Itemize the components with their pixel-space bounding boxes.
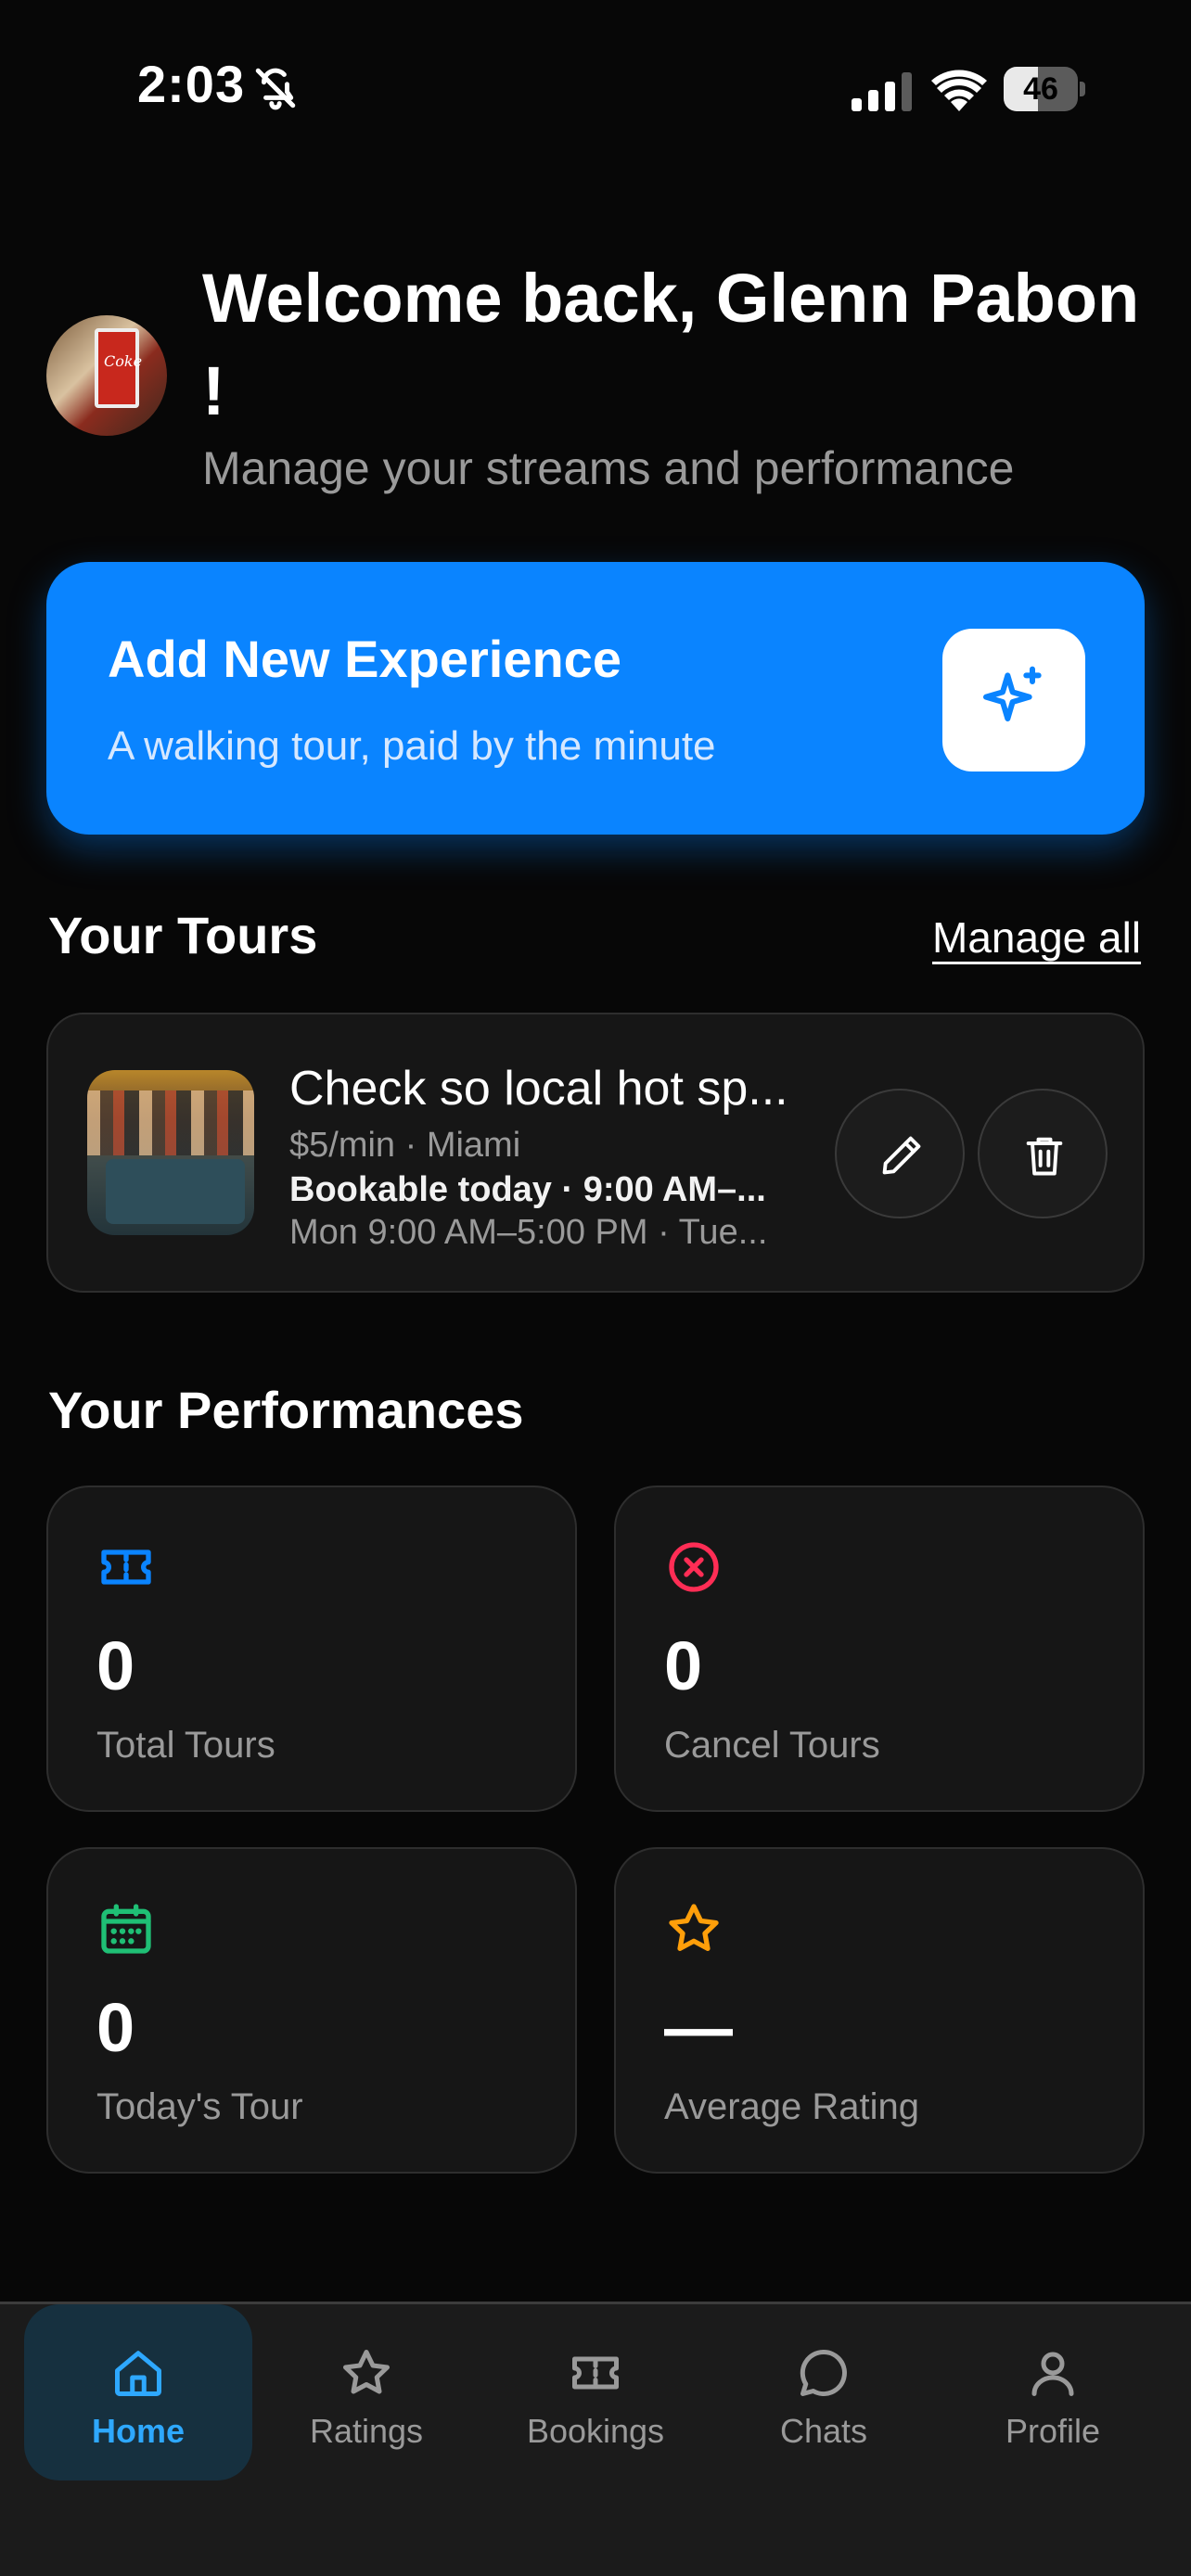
performance-section-title: Your Performances — [48, 1381, 524, 1439]
stat-value: 0 — [96, 1627, 135, 1704]
tours-section-title: Your Tours — [48, 906, 318, 964]
delete-tour-button[interactable] — [978, 1089, 1108, 1218]
status-bar: 2:03 46 — [0, 0, 1191, 176]
stat-label: Cancel Tours — [664, 1725, 880, 1766]
battery-percent: 46 — [1023, 71, 1058, 107]
tour-thumbnail — [87, 1070, 254, 1235]
cta-title: Add New Experience — [108, 630, 621, 688]
tab-home[interactable]: Home — [24, 2304, 252, 2480]
tab-label: Profile — [1005, 2412, 1101, 2450]
stat-cancel-tours: 0 Cancel Tours — [614, 1486, 1145, 1812]
tour-card[interactable]: Check so local hot sp... $5/min · Miami … — [46, 1013, 1145, 1293]
bell-muted-icon — [255, 68, 296, 110]
cancel-circle-icon — [669, 1542, 719, 1592]
tour-price-location: $5/min · Miami — [289, 1126, 521, 1165]
stat-label: Total Tours — [96, 1725, 275, 1766]
bottom-tab-bar: Home Ratings Bookings Chats Profile — [0, 2302, 1191, 2576]
tab-ratings[interactable]: Ratings — [252, 2304, 480, 2480]
wifi-icon — [931, 70, 987, 111]
ticket-icon — [572, 2356, 619, 2390]
stat-value: 0 — [664, 1627, 703, 1704]
battery-indicator: 46 — [1004, 67, 1085, 111]
tab-bookings[interactable]: Bookings — [481, 2304, 710, 2480]
tour-bookable: Bookable today · 9:00 AM–... — [289, 1170, 766, 1209]
pencil-icon — [882, 1136, 921, 1175]
tour-title: Check so local hot sp... — [289, 1062, 788, 1116]
manage-all-link[interactable]: Manage all — [932, 912, 1141, 963]
stat-average-rating: — Average Rating — [614, 1847, 1145, 2174]
tab-label: Ratings — [309, 2412, 424, 2450]
home-icon — [115, 2351, 161, 2396]
star-icon — [669, 1904, 719, 1951]
star-icon — [343, 2350, 390, 2394]
tab-label: Bookings — [526, 2412, 665, 2450]
cta-subtitle: A walking tour, paid by the minute — [108, 723, 716, 769]
stat-label: Today's Tour — [96, 2086, 303, 2127]
stat-value: 0 — [96, 1989, 135, 2066]
person-icon — [1031, 2352, 1074, 2396]
stat-value: — — [664, 1989, 733, 2066]
status-time: 2:03 — [137, 55, 246, 113]
stat-label: Average Rating — [664, 2086, 919, 2127]
tab-label: Chats — [779, 2412, 868, 2450]
welcome-subtitle: Manage your streams and performance — [202, 442, 1015, 494]
tab-label: Home — [91, 2412, 186, 2450]
stat-todays-tour: 0 Today's Tour — [46, 1847, 577, 2174]
edit-tour-button[interactable] — [835, 1089, 965, 1218]
avatar[interactable]: Coke — [46, 315, 167, 436]
tab-chats[interactable]: Chats — [710, 2304, 938, 2480]
stat-total-tours: 0 Total Tours — [46, 1486, 577, 1812]
calendar-icon — [101, 1904, 151, 1954]
chat-bubble-icon — [800, 2349, 847, 2396]
trash-icon — [1026, 1137, 1063, 1176]
welcome-title: Welcome back, Glenn Pabon ! — [202, 260, 1140, 429]
tab-profile[interactable]: Profile — [939, 2304, 1167, 2480]
add-experience-button[interactable]: Add New Experience A walking tour, paid … — [46, 562, 1145, 835]
sparkle-icon — [942, 629, 1085, 772]
tour-hours: Mon 9:00 AM–5:00 PM · Tue... — [289, 1213, 768, 1252]
ticket-icon — [101, 1549, 151, 1585]
cellular-signal-icon — [852, 72, 912, 111]
